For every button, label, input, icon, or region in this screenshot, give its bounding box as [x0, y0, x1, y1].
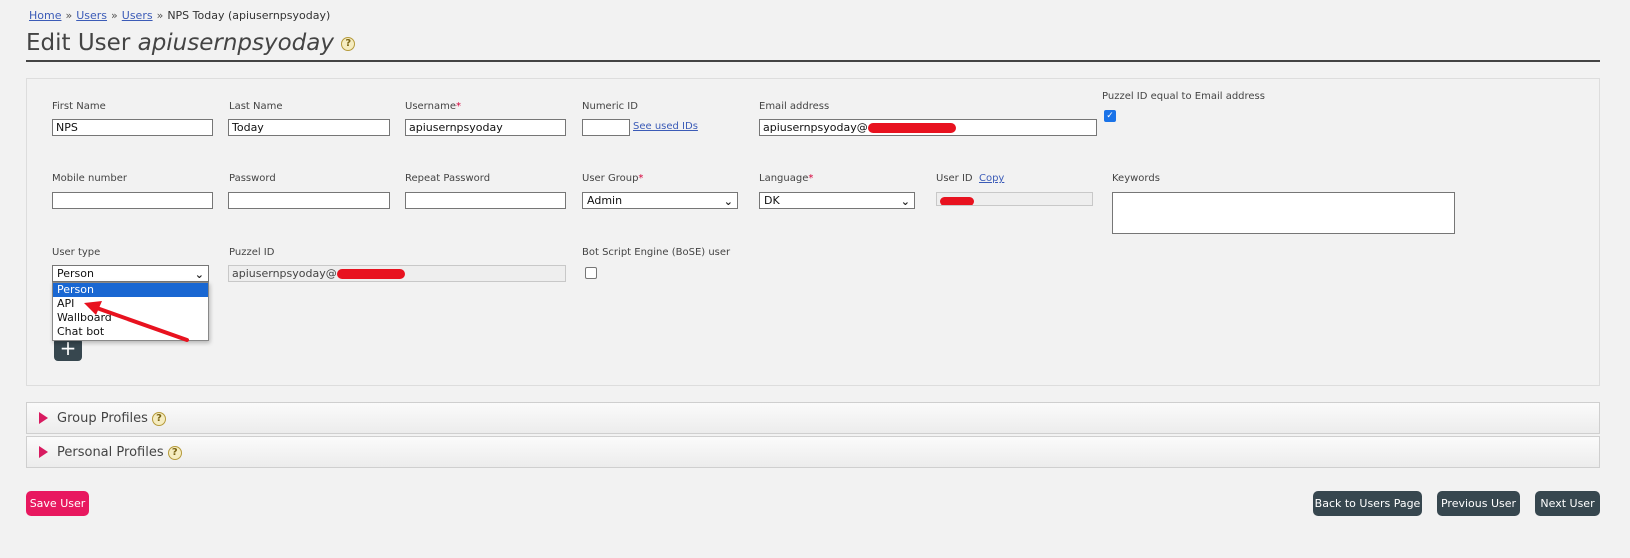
keywords-textarea[interactable]: [1112, 192, 1455, 234]
numeric-id-label: Numeric ID: [582, 101, 638, 112]
username-input[interactable]: apiusernpsyoday: [405, 119, 566, 136]
numeric-id-input[interactable]: [582, 119, 630, 136]
personal-profiles-label: Personal Profiles ?: [57, 445, 182, 460]
chevron-down-icon: ⌄: [723, 195, 733, 208]
user-type-value: Person: [57, 267, 94, 280]
required-marker: *: [638, 173, 644, 184]
first-name-input[interactable]: NPS: [52, 119, 213, 136]
username-label-text: Username: [405, 101, 456, 112]
page-title-username: apiusernpsyoday: [137, 30, 334, 56]
repeat-password-label: Repeat Password: [405, 173, 491, 184]
password-label: Password: [229, 173, 276, 184]
next-user-button[interactable]: Next User: [1535, 491, 1600, 516]
puzzel-id-field: apiusernpsyoday@: [228, 265, 566, 282]
repeat-password-input[interactable]: [405, 192, 566, 209]
page-title-prefix: Edit User: [26, 30, 131, 56]
breadcrumb-home-link[interactable]: Home: [29, 9, 61, 22]
last-name-input[interactable]: Today: [228, 119, 390, 136]
keywords-label: Keywords: [1112, 173, 1160, 184]
copy-user-id-link[interactable]: Copy: [979, 173, 1004, 184]
add-button[interactable]: +: [54, 338, 82, 361]
user-type-dropdown-list: Person API Wallboard Chat bot: [52, 282, 209, 341]
user-id-field: [936, 192, 1093, 206]
puzzel-id-equal-email-label: Puzzel ID equal to Email address: [1102, 91, 1265, 102]
group-profiles-section[interactable]: Group Profiles ?: [26, 402, 1600, 434]
personal-profiles-title: Personal Profiles: [57, 445, 164, 460]
user-group-select[interactable]: Admin ⌄: [582, 192, 738, 209]
puzzel-id-equal-email-checkbox[interactable]: ✓: [1104, 110, 1116, 122]
user-type-option-person[interactable]: Person: [53, 283, 208, 297]
breadcrumb: Home» Users» Users» NPS Today (apiusernpsyo…: [29, 9, 330, 22]
language-value: DK: [764, 194, 780, 207]
language-label: Language*: [759, 173, 813, 184]
page-title: Edit User apiusernpsyoday ?: [26, 30, 356, 56]
email-value: apiusernpsyoday@: [763, 121, 868, 134]
breadcrumb-separator: »: [65, 9, 73, 22]
last-name-label: Last Name: [229, 101, 283, 112]
redaction-mark: [336, 269, 405, 279]
user-id-label: User ID Copy: [936, 173, 1004, 184]
help-icon[interactable]: ?: [152, 411, 167, 426]
required-marker: *: [455, 101, 461, 112]
user-type-option-wallboard[interactable]: Wallboard: [53, 311, 208, 325]
breadcrumb-users-link[interactable]: Users: [76, 9, 107, 22]
email-label: Email address: [759, 101, 830, 112]
chevron-down-icon: ⌄: [194, 268, 204, 281]
mobile-label: Mobile number: [52, 173, 128, 184]
user-type-select[interactable]: Person ⌄: [52, 265, 209, 282]
user-type-option-chat-bot[interactable]: Chat bot: [53, 325, 208, 339]
breadcrumb-users-link-2[interactable]: Users: [122, 9, 153, 22]
bose-user-label: Bot Script Engine (BoSE) user: [582, 247, 731, 258]
chevron-down-icon: ⌄: [900, 195, 910, 208]
password-input[interactable]: [228, 192, 390, 209]
expand-triangle-icon: [39, 446, 48, 458]
redaction-mark: [867, 123, 956, 133]
personal-profiles-section[interactable]: Personal Profiles ?: [26, 436, 1600, 468]
help-icon[interactable]: ?: [341, 36, 356, 51]
back-to-users-button[interactable]: Back to Users Page: [1313, 491, 1422, 516]
mobile-input[interactable]: [52, 192, 213, 209]
breadcrumb-separator: »: [156, 9, 164, 22]
username-label: Username*: [405, 101, 461, 112]
help-icon[interactable]: ?: [167, 445, 182, 460]
redaction-mark: [940, 196, 974, 205]
email-input[interactable]: apiusernpsyoday@: [759, 119, 1097, 136]
user-id-label-text: User ID: [936, 173, 973, 184]
title-divider: [26, 60, 1600, 62]
breadcrumb-current: NPS Today (apiusernpsyoday): [167, 9, 331, 22]
previous-user-button[interactable]: Previous User: [1437, 491, 1520, 516]
bose-user-checkbox[interactable]: [585, 267, 597, 279]
user-group-label-text: User Group: [582, 173, 639, 184]
puzzel-id-value: apiusernpsyoday@: [232, 267, 337, 280]
see-used-ids-link[interactable]: See used IDs: [633, 121, 698, 132]
first-name-label: First Name: [52, 101, 106, 112]
group-profiles-title: Group Profiles: [57, 411, 148, 426]
user-group-label: User Group*: [582, 173, 643, 184]
save-user-button[interactable]: Save User: [26, 491, 89, 516]
required-marker: *: [808, 173, 814, 184]
user-type-option-api[interactable]: API: [53, 297, 208, 311]
language-label-text: Language: [759, 173, 809, 184]
breadcrumb-separator: »: [111, 9, 118, 22]
puzzel-id-label: Puzzel ID: [229, 247, 275, 258]
user-group-value: Admin: [587, 194, 623, 207]
language-select[interactable]: DK ⌄: [759, 192, 915, 209]
user-type-label: User type: [52, 247, 101, 258]
group-profiles-label: Group Profiles ?: [57, 411, 167, 426]
expand-triangle-icon: [39, 412, 48, 424]
